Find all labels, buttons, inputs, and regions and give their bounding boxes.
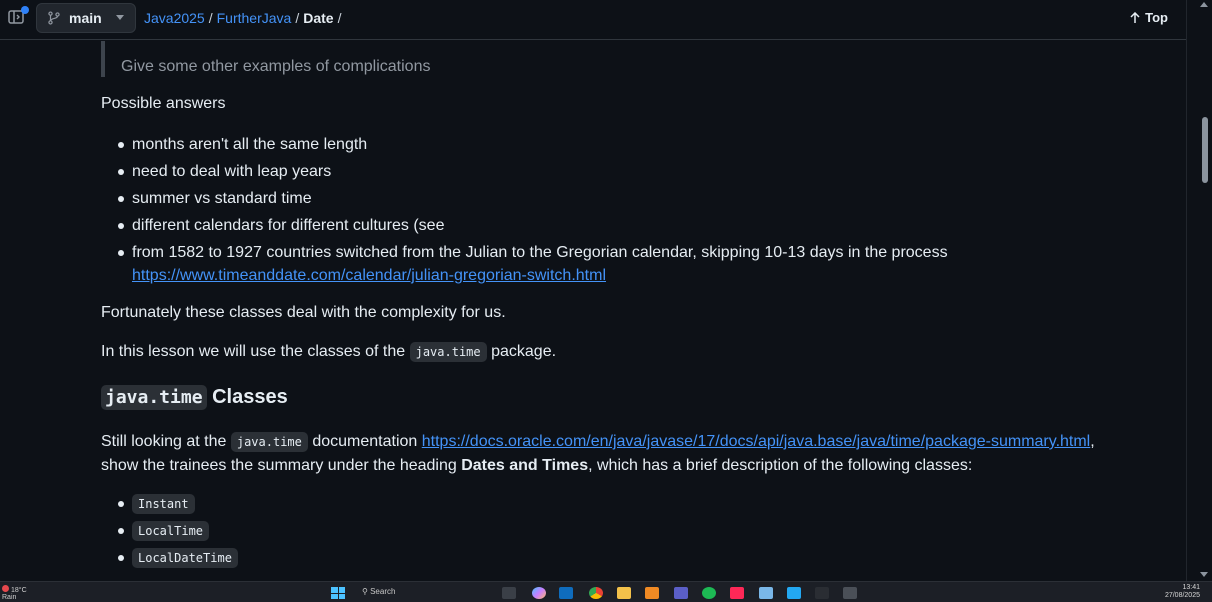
list-item: different calendars for different cultur… xyxy=(101,214,948,241)
inline-code: java.time xyxy=(230,432,308,452)
list-item: summer vs standard time xyxy=(101,187,948,214)
vertical-scrollbar[interactable] xyxy=(1186,0,1212,581)
copilot-icon[interactable] xyxy=(532,587,546,599)
back-to-top-button[interactable]: Top xyxy=(1130,10,1168,25)
notepad-icon[interactable] xyxy=(759,587,773,599)
breadcrumb-folder-link[interactable]: FurtherJava xyxy=(217,10,292,26)
breadcrumb-separator: / xyxy=(208,10,213,26)
breadcrumb-current: Date xyxy=(303,10,334,26)
blockquote: Give some other examples of complication… xyxy=(101,41,430,77)
search-icon: ⚲ xyxy=(362,587,368,596)
paragraph: Possible answers xyxy=(101,95,226,112)
paragraph-text: , xyxy=(1090,433,1095,450)
weather-icon xyxy=(2,585,9,592)
file-explorer-icon[interactable] xyxy=(502,587,516,599)
paragraph-text: package. xyxy=(491,343,557,360)
breadcrumb-repo-link[interactable]: Java2025 xyxy=(144,10,205,26)
chrome-icon[interactable] xyxy=(589,587,603,599)
intellij-icon[interactable] xyxy=(730,587,744,599)
scrollbar-thumb[interactable] xyxy=(1202,117,1208,183)
arrow-up-icon xyxy=(1130,11,1140,24)
list-item: LocalTime xyxy=(101,519,238,546)
top-label: Top xyxy=(1145,10,1168,25)
windows-start-icon[interactable] xyxy=(331,587,345,599)
inline-code: java.time xyxy=(409,342,487,362)
vscode-icon[interactable] xyxy=(787,587,801,599)
system-clock[interactable]: 13:41 27/08/2025 xyxy=(1165,584,1200,600)
weather-text: Rain xyxy=(2,594,17,601)
heading-text: Classes xyxy=(212,386,288,408)
bold-text: Dates and Times xyxy=(461,457,589,474)
app-icon[interactable] xyxy=(645,587,659,599)
markdown-body: Give some other examples of complication… xyxy=(0,41,1186,581)
breadcrumb-separator: / xyxy=(295,10,300,26)
classes-list: Instant LocalTime LocalDateTime xyxy=(101,492,238,573)
list-item: need to deal with leap years xyxy=(101,160,948,187)
list-item: months aren't all the same length xyxy=(101,133,948,160)
taskbar-search[interactable]: ⚲ Search xyxy=(362,587,395,596)
list-item-text: from 1582 to 1927 countries switched fro… xyxy=(132,244,948,261)
terminal-icon[interactable] xyxy=(843,587,857,599)
paragraph-text: show the trainees the summary under the … xyxy=(101,457,457,474)
paragraph-text: documentation xyxy=(312,433,418,450)
list-item: Instant xyxy=(101,492,238,519)
branch-name: main xyxy=(69,10,102,26)
paragraph: Fortunately these classes deal with the … xyxy=(101,304,506,321)
windows-taskbar: 18°C Rain ⚲ Search 13:41 27/08/2025 xyxy=(0,581,1212,602)
typora-icon[interactable] xyxy=(815,587,829,599)
spotify-icon[interactable] xyxy=(702,587,716,599)
sidebar-toggle-icon[interactable] xyxy=(8,6,29,27)
inline-code: Instant xyxy=(132,494,195,514)
outlook-icon[interactable] xyxy=(559,587,573,599)
folder-icon[interactable] xyxy=(617,587,631,599)
search-placeholder: Search xyxy=(370,587,396,596)
section-heading: java.time Classes xyxy=(101,385,288,410)
teams-icon[interactable] xyxy=(674,587,688,599)
list-item: LocalDateTime xyxy=(101,546,238,573)
paragraph-text: , which has a brief description of the f… xyxy=(588,457,973,474)
weather-widget[interactable]: 18°C Rain xyxy=(2,585,27,601)
heading-code: java.time xyxy=(101,385,207,410)
breadcrumb: Java2025/FurtherJava / Date / xyxy=(144,10,345,26)
clock-date: 27/08/2025 xyxy=(1164,592,1200,599)
clock-time: 13:41 xyxy=(1182,584,1200,591)
branch-selector-button[interactable]: main xyxy=(36,3,136,33)
answers-list: months aren't all the same length need t… xyxy=(101,133,948,287)
paragraph-text: Still looking at the xyxy=(101,433,227,450)
git-branch-icon xyxy=(47,11,61,25)
file-header-bar: main Java2025/FurtherJava / Date / Top xyxy=(0,0,1186,40)
scroll-up-arrow-icon[interactable] xyxy=(1200,2,1208,7)
notification-dot xyxy=(21,6,29,14)
inline-code: LocalDateTime xyxy=(132,548,238,568)
temperature: 18°C xyxy=(11,587,27,594)
paragraph-text: In this lesson we will use the classes o… xyxy=(101,343,406,360)
paragraph: In this lesson we will use the classes o… xyxy=(101,342,557,362)
chevron-down-icon xyxy=(115,15,124,21)
paragraph: Still looking at the java.time documenta… xyxy=(101,430,1101,477)
javadoc-link[interactable]: https://docs.oracle.com/en/java/javase/1… xyxy=(422,433,1090,450)
scroll-down-arrow-icon[interactable] xyxy=(1200,572,1208,577)
julian-gregorian-link[interactable]: https://www.timeanddate.com/calendar/jul… xyxy=(132,267,606,284)
breadcrumb-separator: / xyxy=(337,10,342,26)
inline-code: LocalTime xyxy=(132,521,210,541)
blockquote-text: Give some other examples of complication… xyxy=(121,58,431,75)
list-item: from 1582 to 1927 countries switched fro… xyxy=(101,241,948,287)
